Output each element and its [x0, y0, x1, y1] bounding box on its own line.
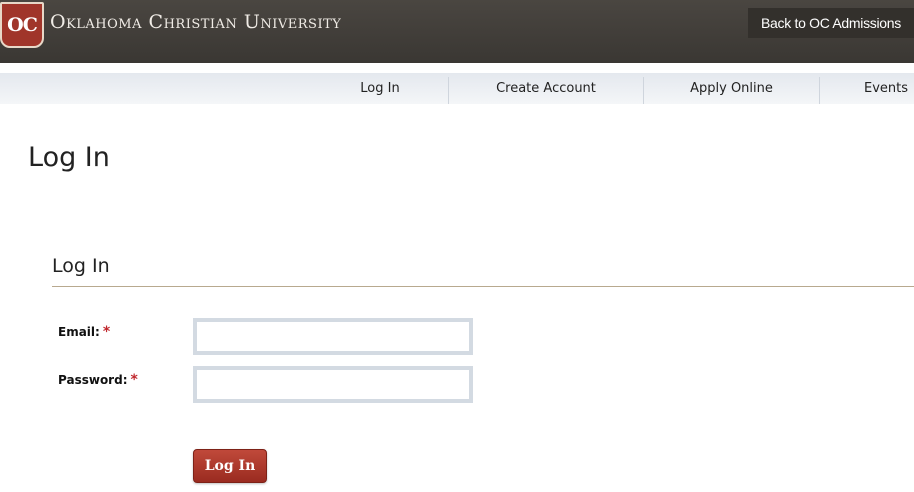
nav-item-apply-online[interactable]: Apply Online [644, 73, 819, 104]
password-label: Password: * [58, 372, 138, 388]
oc-logo-badge[interactable]: OC [0, 2, 44, 48]
required-marker: * [102, 324, 111, 340]
email-label-text: Email: [58, 325, 100, 339]
email-field[interactable] [193, 318, 473, 355]
password-field[interactable] [193, 366, 473, 403]
required-marker: * [130, 372, 138, 388]
nav-item-events[interactable]: Events [820, 73, 914, 104]
nav-item-create-account[interactable]: Create Account [449, 73, 643, 104]
page-title: Log In [28, 142, 110, 173]
section-divider [52, 286, 914, 287]
university-name[interactable]: Oklahoma Christian University [50, 11, 341, 33]
email-label: Email: * [58, 324, 110, 340]
main-nav: Log In Create Account Apply Online Event… [0, 73, 914, 104]
back-to-admissions-link[interactable]: Back to OC Admissions [748, 8, 914, 38]
site-header: OC Oklahoma Christian University Back to… [0, 0, 914, 63]
log-in-button[interactable]: Log In [193, 449, 267, 483]
nav-item-log-in[interactable]: Log In [320, 73, 440, 104]
section-title: Log In [52, 255, 110, 277]
password-label-text: Password: [58, 373, 128, 387]
